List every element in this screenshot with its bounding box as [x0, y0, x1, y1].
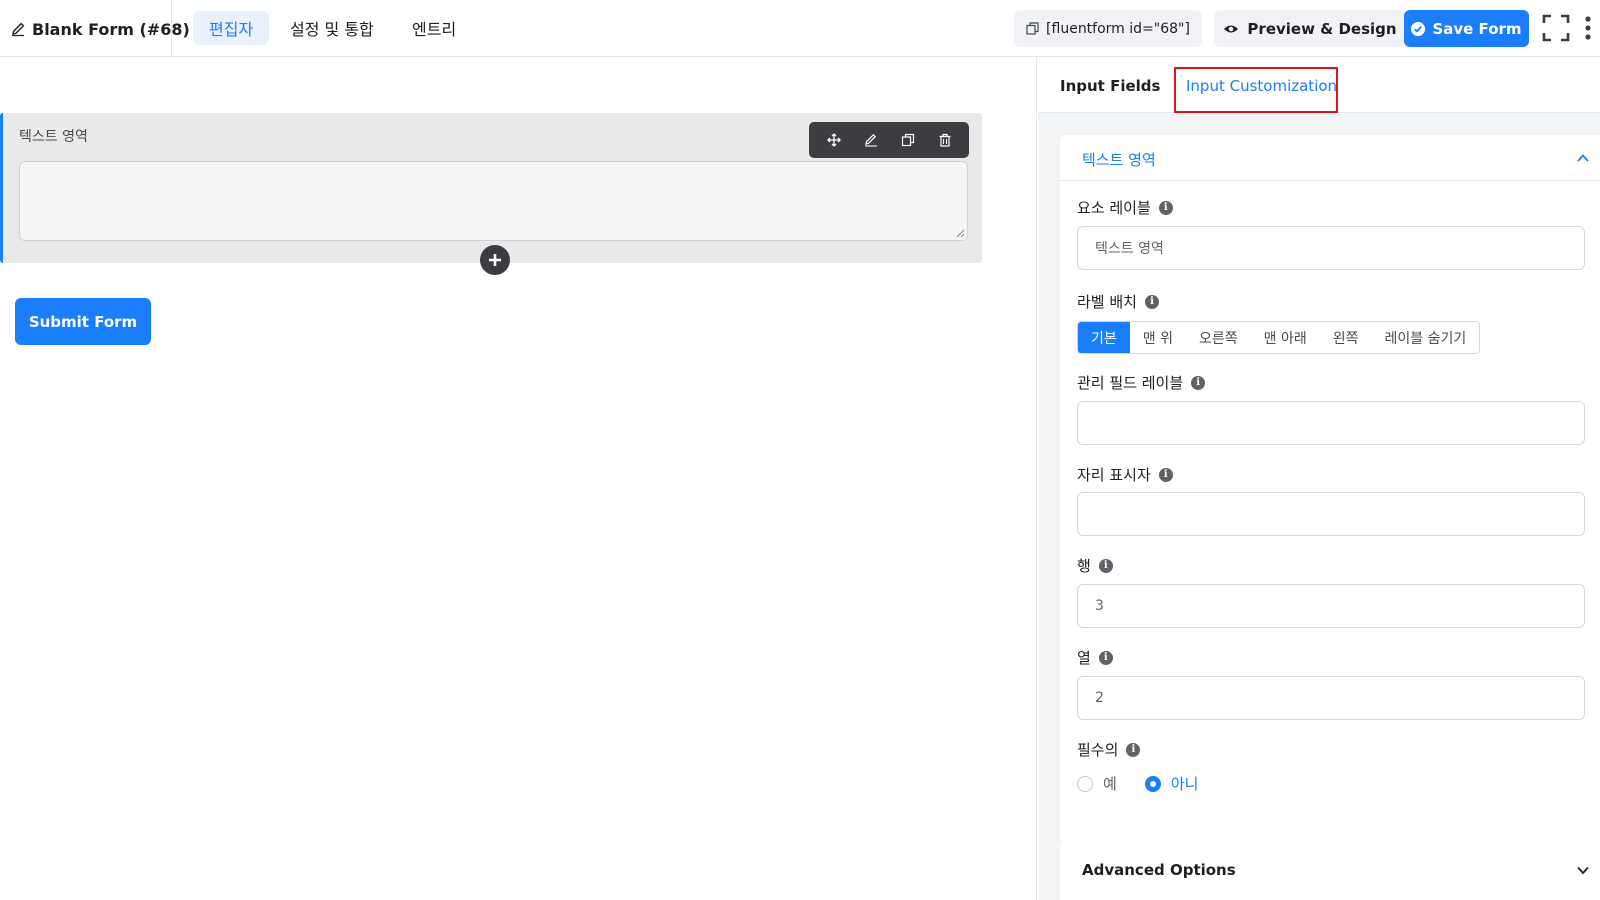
preview-label: Preview & Design — [1247, 19, 1397, 38]
admin-label-input[interactable] — [1077, 401, 1585, 445]
tab-entries[interactable]: 엔트리 — [396, 11, 472, 45]
placement-option-right[interactable]: 오른쪽 — [1185, 322, 1251, 353]
rows-input[interactable]: 3 — [1077, 584, 1585, 628]
settings-sidebar: Input Fields Input Customization 텍스트 영역 … — [1038, 57, 1600, 900]
info-icon[interactable]: i — [1098, 558, 1113, 573]
panel-header[interactable]: 텍스트 영역 — [1060, 135, 1600, 181]
trash-icon[interactable] — [935, 130, 955, 150]
info-icon[interactable]: i — [1158, 200, 1173, 215]
placement-option-bottom[interactable]: 맨 아래 — [1250, 322, 1320, 353]
shortcode-copy-button[interactable]: [fluentform id="68"] — [1014, 10, 1202, 47]
save-label: Save Form — [1432, 19, 1522, 38]
field-toolbar — [809, 122, 969, 158]
advanced-options-title: Advanced Options — [1082, 861, 1236, 879]
radio-no-label[interactable]: 아니 — [1171, 773, 1199, 794]
cols-text: 열 — [1077, 649, 1091, 667]
rows-heading: 행 i — [1077, 555, 1113, 576]
tab-input-fields[interactable]: Input Fields — [1060, 77, 1160, 95]
panel-title: 텍스트 영역 — [1082, 151, 1156, 169]
element-label-text: 요소 레이블 — [1077, 199, 1151, 217]
add-field-button[interactable] — [480, 245, 510, 275]
info-icon[interactable]: i — [1126, 742, 1141, 757]
save-form-button[interactable]: Save Form — [1404, 10, 1529, 47]
highlight-box — [1174, 67, 1338, 113]
placement-option-default[interactable]: 기본 — [1078, 322, 1130, 353]
cols-heading: 열 i — [1077, 647, 1113, 668]
shortcode-text: [fluentform id="68"] — [1046, 20, 1190, 37]
plus-icon — [489, 254, 501, 266]
top-bar: Blank Form (#68) 편집자 설정 및 통합 엔트리 [fluent… — [0, 0, 1600, 57]
chevron-down-icon[interactable] — [1576, 863, 1590, 877]
label-placement-text: 라벨 배치 — [1077, 293, 1137, 311]
sidebar-tabs: Input Fields Input Customization — [1038, 57, 1600, 113]
placement-option-hide[interactable]: 레이블 숨기기 — [1371, 322, 1480, 353]
required-text: 필수의 — [1077, 741, 1119, 759]
admin-label-heading: 관리 필드 레이블 i — [1077, 372, 1206, 393]
label-placement-options: 기본 맨 위 오른쪽 맨 아래 왼쪽 레이블 숨기기 — [1077, 321, 1481, 354]
submit-form-button[interactable]: Submit Form — [15, 298, 151, 345]
textarea-field-block[interactable]: 텍스트 영역 — [0, 113, 982, 275]
chevron-up-icon[interactable] — [1576, 151, 1590, 165]
pencil-icon — [12, 22, 25, 37]
rows-text: 행 — [1077, 557, 1091, 575]
element-label-heading: 요소 레이블 i — [1077, 197, 1173, 218]
copy-icon — [1026, 22, 1039, 35]
required-radio-group: 예 아니 — [1077, 773, 1226, 794]
radio-no[interactable] — [1144, 775, 1161, 792]
preview-design-button[interactable]: Preview & Design — [1214, 10, 1406, 47]
cols-input[interactable]: 2 — [1077, 676, 1585, 720]
radio-yes[interactable] — [1077, 775, 1093, 792]
label-placement-heading: 라벨 배치 i — [1077, 291, 1159, 312]
form-canvas: 텍스트 영역 Submit Form — [0, 57, 1037, 900]
edit-icon[interactable] — [861, 130, 881, 150]
radio-yes-label[interactable]: 예 — [1103, 773, 1117, 794]
element-label-input[interactable]: 텍스트 영역 — [1077, 226, 1585, 270]
info-icon[interactable]: i — [1098, 650, 1113, 665]
required-heading: 필수의 i — [1077, 739, 1141, 760]
placeholder-input[interactable] — [1077, 492, 1585, 536]
form-title: Blank Form (#68) — [10, 17, 190, 41]
info-icon[interactable]: i — [1144, 294, 1159, 309]
move-icon[interactable] — [824, 130, 844, 150]
textarea-preview[interactable] — [19, 161, 968, 241]
check-circle-icon — [1411, 21, 1426, 36]
placeholder-heading: 자리 표시자 i — [1077, 464, 1173, 485]
duplicate-icon[interactable] — [898, 130, 918, 150]
fullscreen-icon[interactable] — [1542, 14, 1570, 42]
placeholder-text: 자리 표시자 — [1077, 466, 1151, 484]
more-options-icon[interactable] — [1582, 15, 1594, 43]
divider — [171, 0, 172, 57]
tab-editor[interactable]: 편집자 — [193, 11, 270, 45]
advanced-options-section[interactable]: Advanced Options — [1060, 841, 1600, 900]
placement-option-top[interactable]: 맨 위 — [1129, 322, 1186, 353]
info-icon[interactable]: i — [1158, 467, 1173, 482]
tab-settings-integrations[interactable]: 설정 및 통합 — [274, 11, 390, 45]
field-label: 텍스트 영역 — [19, 129, 88, 145]
eye-icon — [1224, 25, 1239, 32]
resize-handle-icon[interactable] — [956, 229, 964, 237]
admin-label-text: 관리 필드 레이블 — [1077, 374, 1184, 392]
form-title-text: Blank Form (#68) — [32, 19, 190, 39]
customization-panel: 텍스트 영역 요소 레이블 i 텍스트 영역 라벨 배치 i 기본 맨 위 오른… — [1060, 135, 1600, 843]
info-icon[interactable]: i — [1191, 375, 1206, 390]
placement-option-left[interactable]: 왼쪽 — [1319, 322, 1372, 353]
